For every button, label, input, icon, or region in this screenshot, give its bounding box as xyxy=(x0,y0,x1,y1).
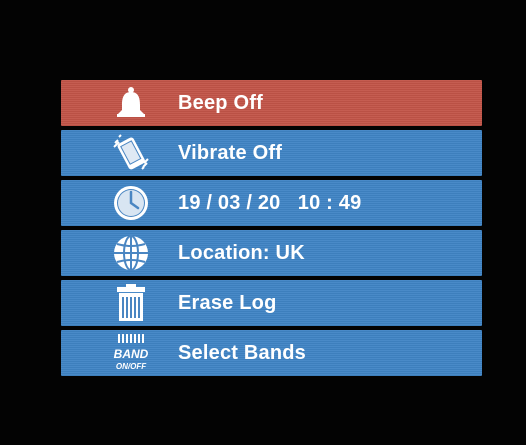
bell-icon xyxy=(111,84,151,122)
vibrate-phone-icon xyxy=(111,134,151,172)
trash-bin-icon xyxy=(111,284,151,322)
menu-item-beep[interactable]: Beep Off xyxy=(61,80,482,126)
menu-item-location[interactable]: Location: UK xyxy=(61,230,482,276)
menu-item-erase-log[interactable]: Erase Log xyxy=(61,280,482,326)
globe-icon xyxy=(111,234,151,272)
settings-menu: Beep Off Vibrate Off 19 / 03 / 20 10: 4… xyxy=(61,80,482,380)
menu-item-label: Vibrate Off xyxy=(178,142,283,164)
menu-item-select-bands[interactable]: BAND ON/OFF Select Bands xyxy=(61,330,482,376)
menu-item-vibrate[interactable]: Vibrate Off xyxy=(61,130,482,176)
menu-item-label: Erase Log xyxy=(178,292,277,314)
menu-item-datetime[interactable]: 19 / 03 / 20 10 : 49 xyxy=(61,180,482,226)
menu-item-label: Location: UK xyxy=(178,242,305,264)
menu-item-label: Select Bands xyxy=(178,342,307,364)
band-icon-subtext: ON/OFF xyxy=(116,362,147,371)
device-screen: Beep Off Vibrate Off 19 / 03 / 20 10: 4… xyxy=(0,0,526,445)
band-toggle-icon: BAND ON/OFF xyxy=(111,334,151,372)
menu-item-label: 19 / 03 / 20 10 : 49 xyxy=(178,192,362,214)
menu-item-label: Beep Off xyxy=(178,92,263,114)
band-icon-text: BAND xyxy=(114,347,149,361)
clock-icon xyxy=(111,184,151,222)
